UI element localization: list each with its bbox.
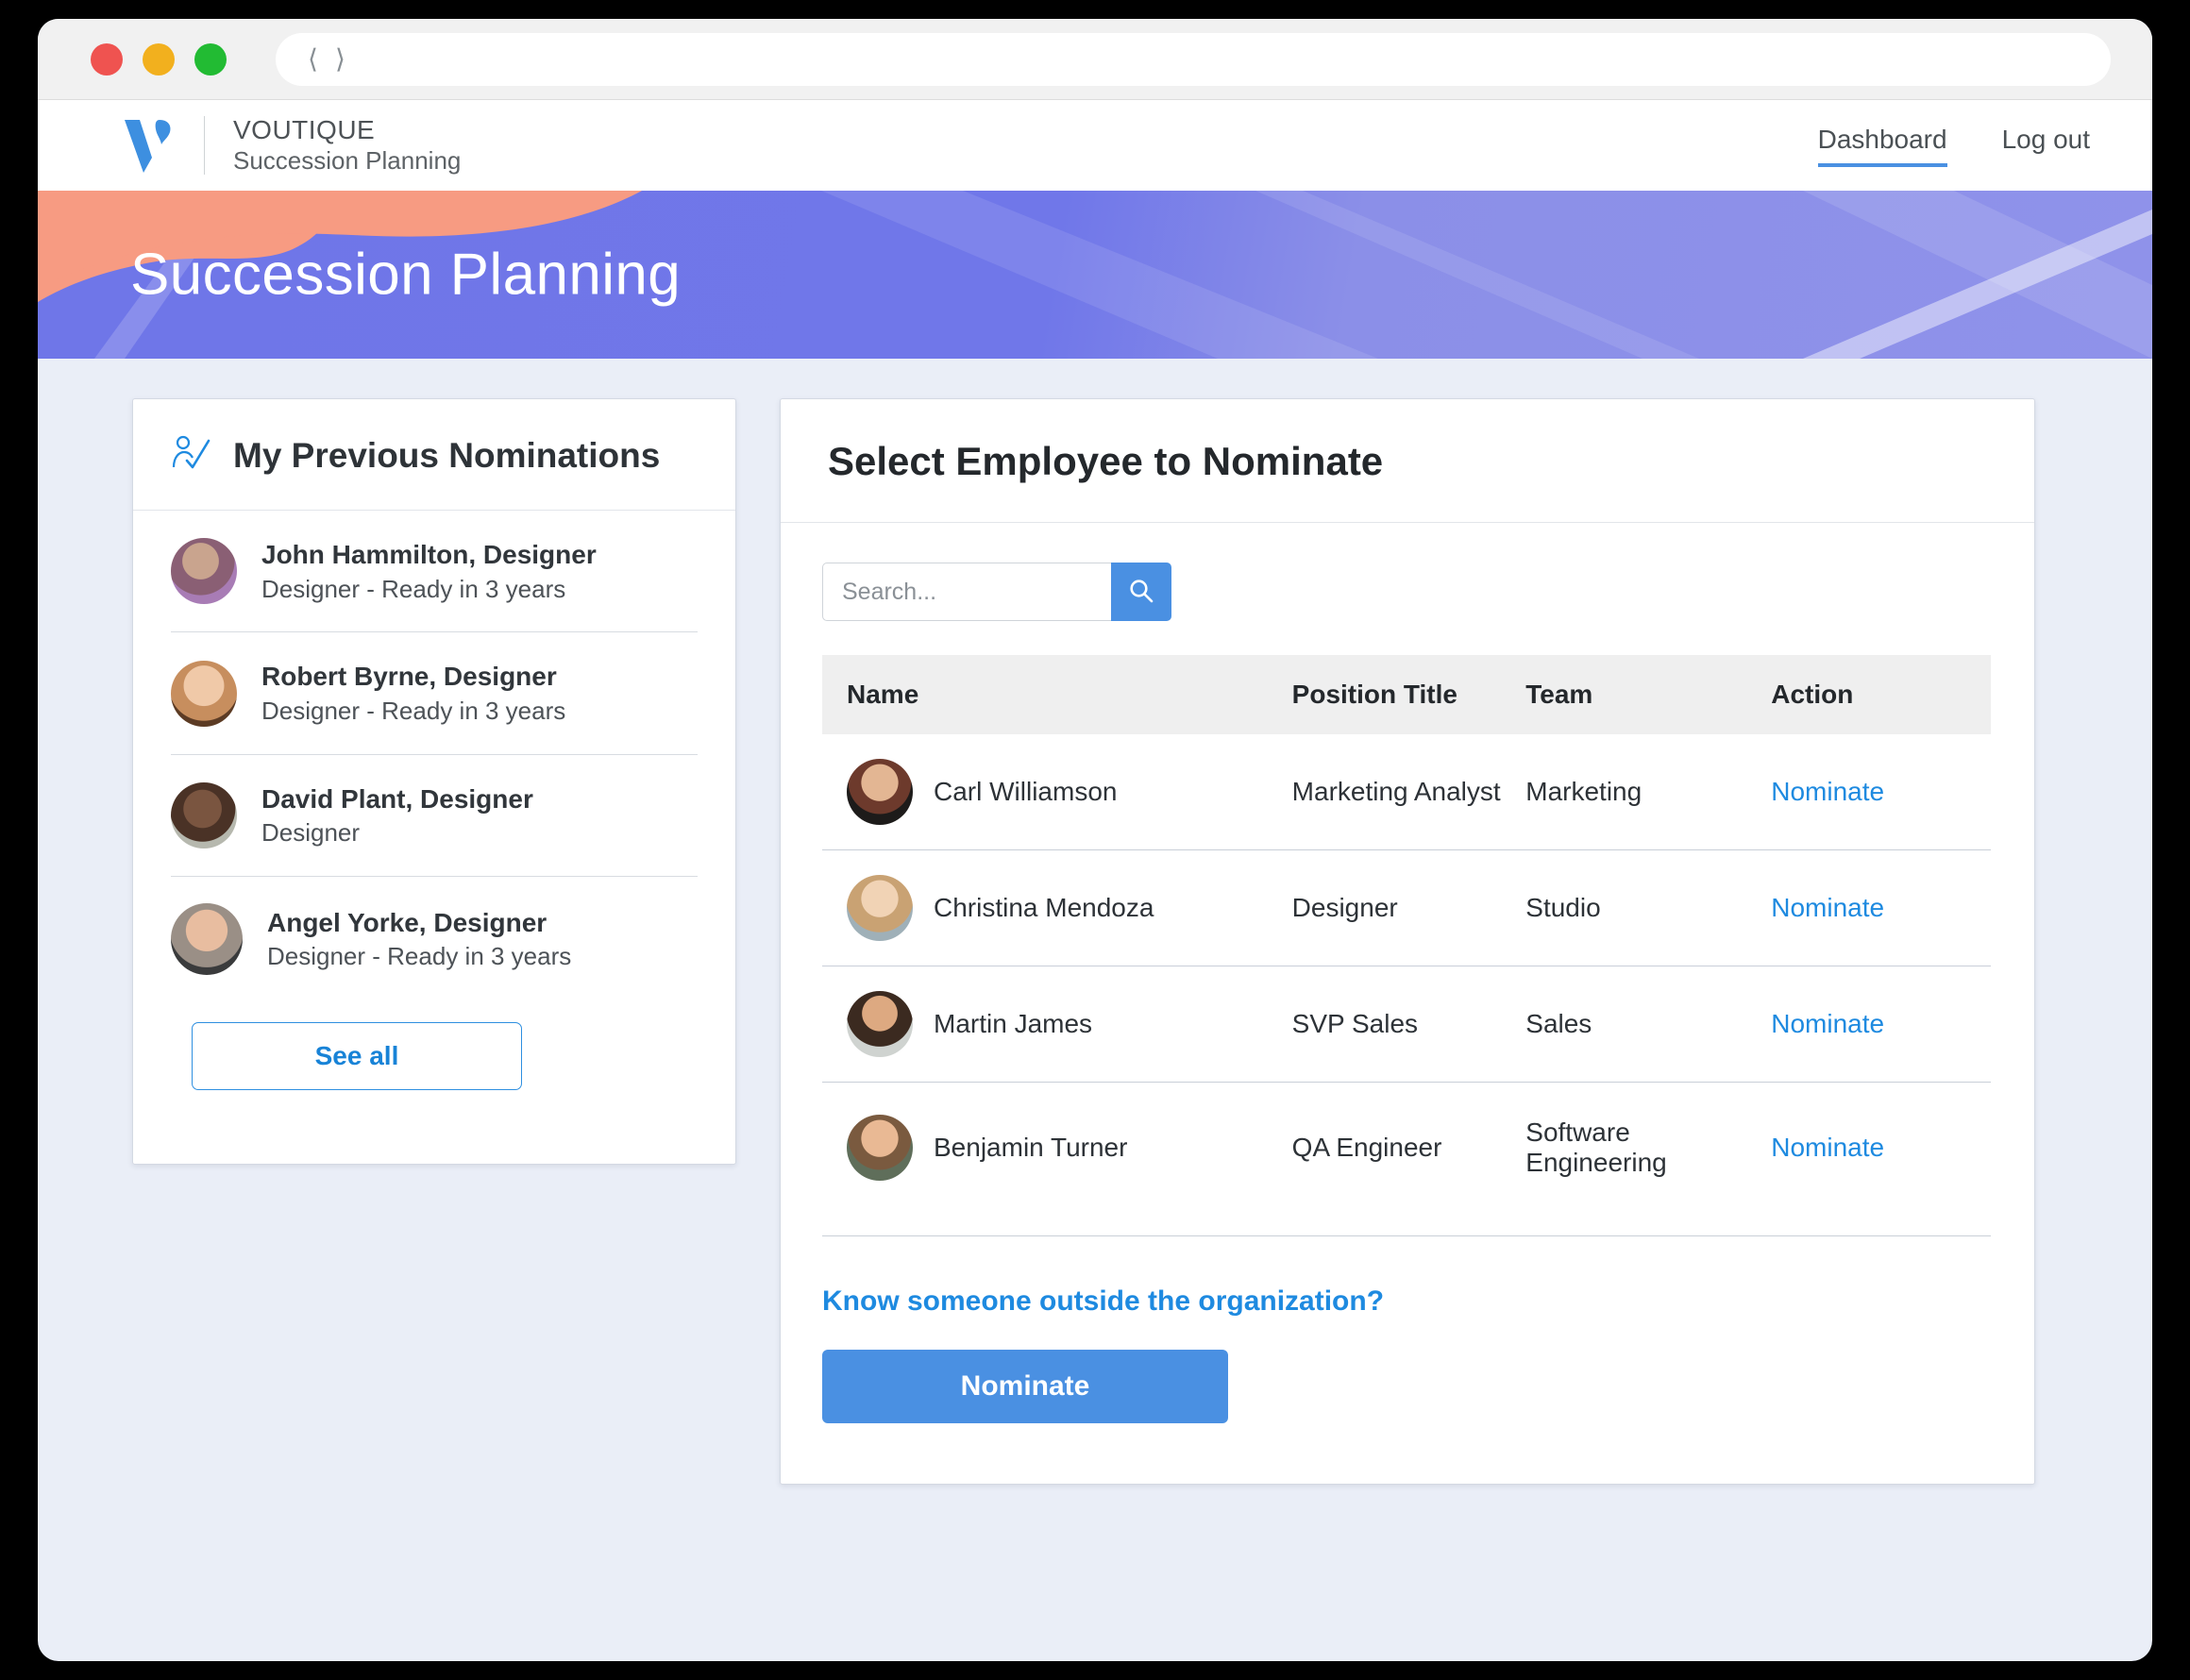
select-employee-card: Select Employee to Nominate Search... Na… <box>780 398 2035 1485</box>
table-row: Martin James SVP Sales Sales Nominate <box>822 966 1991 1083</box>
outside-organization-link[interactable]: Know someone outside the organization? <box>822 1285 1384 1318</box>
brand-text: VOUTIQUE Succession Planning <box>233 114 461 176</box>
cell-name: Benjamin Turner <box>822 1083 1292 1236</box>
cell-action: Nominate <box>1771 734 1991 850</box>
list-item[interactable]: Angel Yorke, Designer Designer - Ready i… <box>171 877 698 1001</box>
table-row: Christina Mendoza Designer Studio Nomina… <box>822 849 1991 966</box>
select-employee-title: Select Employee to Nominate <box>828 439 1384 483</box>
cell-team: Studio <box>1525 849 1772 966</box>
search-input[interactable] <box>822 563 1111 621</box>
avatar <box>847 759 913 825</box>
brand-subtitle: Succession Planning <box>233 146 462 176</box>
list-item[interactable]: John Hammilton, Designer Designer - Read… <box>171 511 698 633</box>
employee-name: Carl Williamson <box>934 777 1118 806</box>
nomination-name: Angel Yorke, Designer <box>267 907 548 937</box>
cell-position: Designer <box>1291 849 1526 966</box>
select-employee-header: Select Employee to Nominate <box>781 399 2034 523</box>
list-item[interactable]: David Plant, Designer Designer <box>171 755 698 878</box>
brand-divider <box>204 116 205 175</box>
nomination-name: Robert Byrne, Designer <box>261 662 557 692</box>
nomination-detail: Designer <box>261 818 361 848</box>
avatar <box>847 875 913 941</box>
page-title: Succession Planning <box>130 242 682 308</box>
nominate-link[interactable]: Nominate <box>1771 1009 1884 1038</box>
column-header-action: Action <box>1771 655 1991 734</box>
cell-action: Nominate <box>1771 849 1991 966</box>
page-body: My Previous Nominations John Hammilton, … <box>38 359 2152 1485</box>
employee-table: Name Position Title Team Action Carl Wil… <box>822 655 1991 1235</box>
window-controls <box>91 42 227 76</box>
avatar <box>171 903 243 976</box>
previous-nominations-title: My Previous Nominations <box>233 435 661 475</box>
cell-team: Marketing <box>1525 734 1772 850</box>
employee-name: Benjamin Turner <box>934 1133 1128 1162</box>
table-row: Carl Williamson Marketing Analyst Market… <box>822 734 1991 850</box>
cell-position: QA Engineer <box>1291 1133 1442 1162</box>
nominate-button[interactable]: Nominate <box>822 1350 1228 1423</box>
cell-position: SVP Sales <box>1291 966 1526 1083</box>
table-header-row: Name Position Title Team Action <box>822 655 1991 734</box>
cell-name: Martin James <box>822 966 1292 1083</box>
app-header: VOUTIQUE Succession Planning Dashboard L… <box>38 100 2152 191</box>
table-body: Carl Williamson Marketing Analyst Market… <box>822 734 1991 1235</box>
cell-team: Software Engineering <box>1525 1117 1667 1177</box>
brand-title: VOUTIQUE <box>233 115 376 145</box>
nomination-detail: Designer - Ready in 3 years <box>267 942 572 971</box>
nominate-link[interactable]: Nominate <box>1771 777 1884 806</box>
cell-action: Nominate <box>1771 1083 1991 1236</box>
see-all-button[interactable]: See all <box>192 1022 522 1091</box>
nomination-name: David Plant, Designer <box>261 783 533 814</box>
nomination-detail: Designer - Ready in 3 years <box>261 574 566 603</box>
cell-name: Carl Williamson <box>822 734 1292 850</box>
close-window-button[interactable] <box>91 42 123 76</box>
table-row: Benjamin Turner QA Engineer Software Eng… <box>822 1083 1991 1236</box>
address-bar[interactable]: ⟨ ⟩ <box>276 32 2111 86</box>
voutique-logo-icon <box>121 116 176 175</box>
employee-table-container: Name Position Title Team Action Carl Wil… <box>781 621 2034 1235</box>
avatar <box>847 991 913 1057</box>
column-header-team: Team <box>1525 655 1772 734</box>
brand: VOUTIQUE Succession Planning <box>121 114 461 176</box>
previous-nominations-card: My Previous Nominations John Hammilton, … <box>132 398 736 1166</box>
column-header-position: Position Title <box>1291 655 1526 734</box>
see-all-container: See all <box>133 1001 735 1164</box>
list-item[interactable]: Robert Byrne, Designer Designer - Ready … <box>171 632 698 755</box>
nominate-link[interactable]: Nominate <box>1771 893 1884 922</box>
chevron-right-icon[interactable]: ⟩ <box>335 45 345 73</box>
search-row <box>781 523 2034 621</box>
minimize-window-button[interactable] <box>143 42 175 76</box>
column-header-name: Name <box>822 655 1292 734</box>
main-nav: Dashboard Log out <box>1817 125 2090 167</box>
avatar <box>171 781 237 848</box>
external-nomination-section: Know someone outside the organization? N… <box>781 1236 2034 1423</box>
maximize-window-button[interactable] <box>194 42 227 76</box>
chevron-left-icon[interactable]: ⟨ <box>308 45 318 73</box>
cell-name: Christina Mendoza <box>822 849 1292 966</box>
employee-name: Christina Mendoza <box>934 893 1154 922</box>
table-header: Name Position Title Team Action <box>822 655 1991 734</box>
search-icon <box>1127 577 1155 608</box>
cell-action: Nominate <box>1771 966 1991 1083</box>
previous-nominations-header: My Previous Nominations <box>133 399 735 511</box>
avatar <box>171 660 237 727</box>
browser-window: ⟨ ⟩ VOUTIQUE Succession Planning Dashboa… <box>38 19 2152 1661</box>
person-check-icon <box>171 433 212 478</box>
nav-item-logout[interactable]: Log out <box>2002 125 2090 167</box>
avatar <box>171 538 237 605</box>
card-bottom-spacer <box>781 1423 2034 1484</box>
cell-position: Marketing Analyst <box>1291 734 1526 850</box>
browser-chrome: ⟨ ⟩ <box>38 19 2152 100</box>
avatar <box>847 1115 913 1181</box>
nominations-list: John Hammilton, Designer Designer - Read… <box>133 511 735 1001</box>
nominate-link[interactable]: Nominate <box>1771 1133 1884 1162</box>
hero-banner: Succession Planning <box>38 191 2152 359</box>
employee-name: Martin James <box>934 1009 1093 1038</box>
search-button[interactable] <box>1111 563 1171 621</box>
nomination-name: John Hammilton, Designer <box>261 540 597 569</box>
cell-team: Sales <box>1525 966 1772 1083</box>
nomination-detail: Designer - Ready in 3 years <box>261 696 566 725</box>
nav-item-dashboard[interactable]: Dashboard <box>1817 125 1947 167</box>
